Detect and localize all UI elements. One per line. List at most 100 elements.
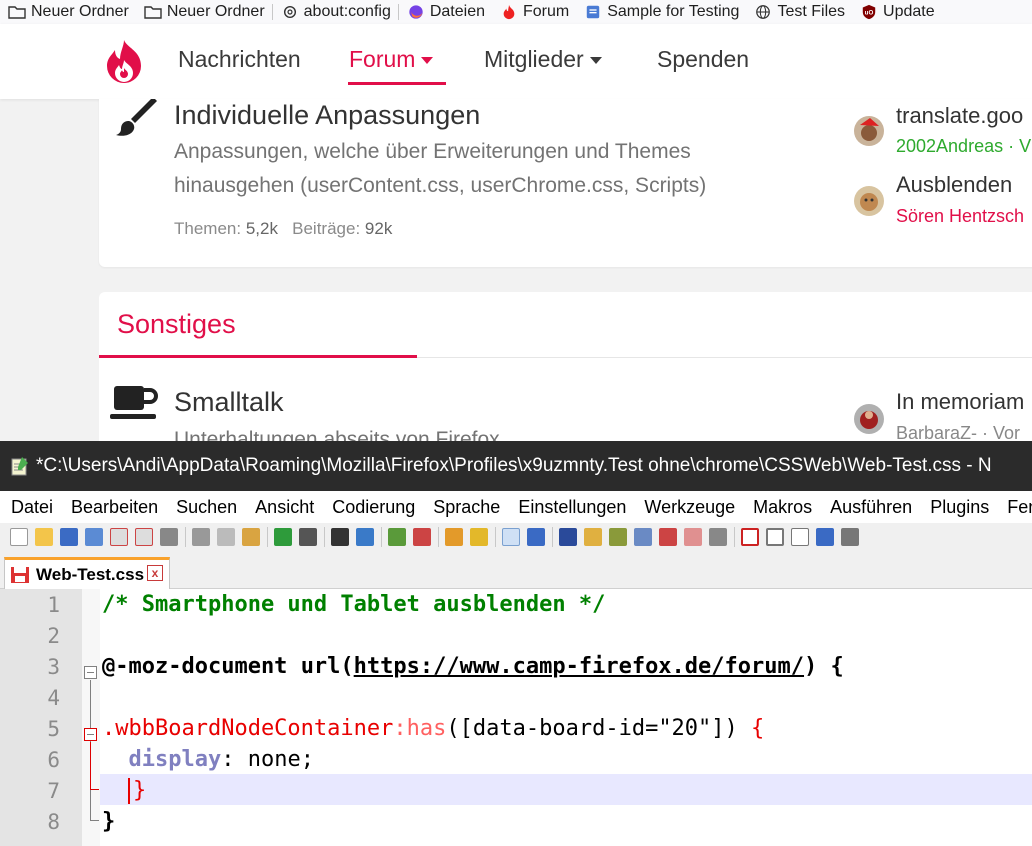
bookmark-label: Sample for Testing — [607, 3, 740, 20]
code-line-3: @-moz-document url(https://www.camp-fire… — [102, 654, 844, 679]
bookmark-about-config[interactable]: about:config — [273, 0, 398, 24]
menu-ausfuehren[interactable]: Ausführen — [818, 497, 918, 518]
board-description-line2: hinausgehen (userContent.css, userChrome… — [174, 174, 707, 197]
menu-einstellungen[interactable]: Einstellungen — [506, 497, 632, 518]
unsaved-file-icon — [11, 566, 29, 583]
bookmark-sample[interactable]: Sample for Testing — [576, 0, 746, 24]
bookmark-test-files[interactable]: Test Files — [746, 0, 852, 24]
bookmark-forum[interactable]: Forum — [492, 0, 576, 24]
code-line-6: display: none; — [102, 747, 314, 772]
last-post-author[interactable]: 2002Andreas · V — [896, 136, 1031, 157]
url-function: url( — [300, 654, 354, 679]
last-post-title[interactable]: translate.goo — [896, 103, 1023, 129]
at-rule: @-moz-document — [102, 654, 288, 679]
bookmark-dateien[interactable]: Dateien — [399, 0, 492, 24]
open-brace: { — [751, 716, 765, 741]
record-macro-icon[interactable] — [741, 528, 759, 546]
last-post-title[interactable]: In memoriam — [896, 389, 1024, 415]
udl-icon[interactable] — [584, 528, 602, 546]
line-number: 6 — [47, 748, 60, 772]
play-macro-icon[interactable] — [791, 528, 809, 546]
copy-icon[interactable] — [217, 528, 235, 546]
nav-active-indicator — [348, 82, 446, 85]
line-number: 5 — [47, 717, 60, 741]
bookmark-folder-1[interactable]: Neuer Ordner — [0, 0, 136, 24]
section-title[interactable]: Sonstiges — [117, 309, 236, 340]
menu-bearbeiten[interactable]: Bearbeiten — [59, 497, 164, 518]
run-macro-multiple-icon[interactable] — [816, 528, 834, 546]
menu-ansicht[interactable]: Ansicht — [243, 497, 320, 518]
nav-mitglieder-label: Mitglieder — [484, 46, 584, 72]
undo-icon[interactable] — [274, 528, 292, 546]
menu-makros[interactable]: Makros — [741, 497, 818, 518]
find-icon[interactable] — [331, 528, 349, 546]
window-titlebar[interactable]: *C:\Users\Andi\AppData\Roaming\Mozilla\F… — [0, 441, 1032, 491]
code-line-7: } — [128, 778, 146, 804]
stop-macro-icon[interactable] — [766, 528, 784, 546]
open-folder-icon[interactable] — [35, 528, 53, 546]
new-file-icon[interactable] — [10, 528, 28, 546]
sync-horizontal-icon[interactable] — [470, 528, 488, 546]
fold-toggle[interactable] — [84, 666, 97, 679]
folder-as-workspace-icon[interactable] — [684, 528, 702, 546]
coffee-cup-icon — [110, 386, 158, 419]
code-line-1: /* Smartphone und Tablet ausblenden */ — [102, 592, 605, 617]
line-number: 3 — [47, 655, 60, 679]
last-post-title[interactable]: Ausblenden — [896, 172, 1012, 198]
menu-codierung[interactable]: Codierung — [320, 497, 421, 518]
sync-vertical-icon[interactable] — [445, 528, 463, 546]
close-file-icon[interactable] — [110, 528, 128, 546]
line-number: 2 — [47, 624, 60, 648]
menu-sprache[interactable]: Sprache — [421, 497, 506, 518]
bookmark-label: about:config — [303, 3, 391, 20]
cut-icon[interactable] — [192, 528, 210, 546]
bookmark-label: Dateien — [429, 3, 485, 20]
save-macro-icon[interactable] — [841, 528, 859, 546]
tab-web-test-css[interactable]: Web-Test.css x — [4, 557, 170, 589]
site-logo-flame-icon[interactable] — [103, 38, 145, 84]
fold-toggle[interactable] — [84, 728, 97, 741]
board-title[interactable]: Individuelle Anpassungen — [174, 100, 480, 131]
nav-spenden[interactable]: Spenden — [657, 46, 749, 73]
code-line-5: .wbbBoardNodeContainer:has([data-board-i… — [102, 716, 764, 741]
word-wrap-icon[interactable] — [502, 528, 520, 546]
close-all-icon[interactable] — [135, 528, 153, 546]
document-map-icon[interactable] — [609, 528, 627, 546]
menu-werkzeuge[interactable]: Werkzeuge — [632, 497, 741, 518]
redo-icon[interactable] — [299, 528, 317, 546]
replace-icon[interactable] — [356, 528, 374, 546]
paintbrush-icon — [116, 99, 157, 136]
indent-guide-icon[interactable] — [559, 528, 577, 546]
menu-plugins[interactable]: Plugins — [918, 497, 995, 518]
paste-icon[interactable] — [242, 528, 260, 546]
menu-fenster[interactable]: Fens — [995, 497, 1032, 518]
fold-line-active — [90, 742, 91, 790]
menu-datei[interactable]: Datei — [0, 497, 59, 518]
avatar[interactable] — [854, 404, 884, 434]
zoom-in-icon[interactable] — [388, 528, 406, 546]
nav-forum[interactable]: Forum — [349, 46, 434, 73]
last-post-author[interactable]: Sören Hentzsch — [896, 206, 1024, 227]
menu-suchen[interactable]: Suchen — [164, 497, 243, 518]
nav-mitglieder[interactable]: Mitglieder — [484, 46, 602, 73]
avatar[interactable] — [854, 116, 884, 146]
bookmark-update[interactable]: uO Update — [852, 0, 942, 24]
code-editor[interactable]: 1 2 3 4 5 6 7 8 /* Smartphone und Tablet… — [0, 589, 1032, 846]
show-all-characters-icon[interactable] — [527, 528, 545, 546]
tab-label: Web-Test.css — [36, 564, 145, 584]
tab-close-button[interactable]: x — [147, 565, 163, 581]
print-icon[interactable] — [160, 528, 178, 546]
save-icon[interactable] — [60, 528, 78, 546]
code-line-8: } — [102, 809, 115, 834]
url-link[interactable]: https://www.camp-firefox.de/forum/ — [354, 654, 804, 679]
save-all-icon[interactable] — [85, 528, 103, 546]
zoom-out-icon[interactable] — [413, 528, 431, 546]
bookmark-folder-2[interactable]: Neuer Ordner — [136, 0, 272, 24]
toolbar-separator — [381, 527, 382, 547]
avatar[interactable] — [854, 186, 884, 216]
function-list-icon[interactable] — [659, 528, 677, 546]
board-title[interactable]: Smalltalk — [174, 387, 284, 418]
document-list-icon[interactable] — [634, 528, 652, 546]
nav-nachrichten[interactable]: Nachrichten — [178, 46, 301, 73]
monitoring-icon[interactable] — [709, 528, 727, 546]
